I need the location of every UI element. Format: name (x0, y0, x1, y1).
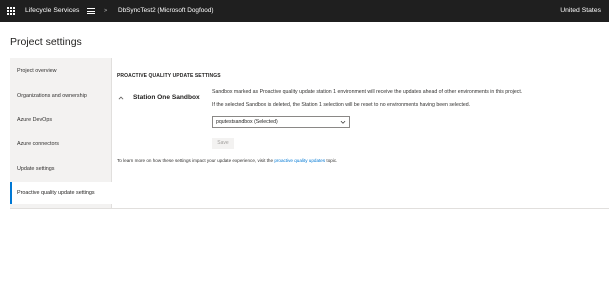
chevron-down-icon (340, 120, 346, 124)
sidebar-item-azure-devops[interactable]: Azure DevOps (10, 109, 112, 131)
region-label: United States (560, 7, 601, 14)
sidebar-item-update-settings[interactable]: Update settings (10, 158, 112, 180)
sidebar-item-project-overview[interactable]: Project overview (10, 60, 112, 82)
sidebar-item-organizations-and-ownership[interactable]: Organizations and ownership (10, 85, 112, 107)
reset-description: If the selected Sandbox is deleted, the … (212, 102, 471, 108)
save-button[interactable]: Save (212, 138, 234, 149)
breadcrumb-separator: > (104, 8, 108, 14)
learn-more-text: To learn more on how these settings impa… (117, 158, 337, 163)
app-title[interactable]: Lifecycle Services (25, 0, 79, 22)
sandbox-dropdown[interactable]: pqutestsandbox (Selected) (212, 116, 350, 128)
hamburger-menu-icon[interactable] (87, 0, 97, 22)
station-description: Sandbox marked as Proactive quality upda… (212, 89, 523, 95)
top-bar: Lifecycle Services > DbSyncTest2 (Micros… (0, 0, 609, 22)
learn-more-suffix: topic. (326, 158, 338, 163)
station-one-sandbox-title: Station One Sandbox (133, 94, 200, 101)
sandbox-dropdown-value: pqutestsandbox (Selected) (216, 119, 278, 125)
sidebar-item-azure-connectors[interactable]: Azure connectors (10, 133, 112, 155)
sidebar-item-proactive-quality-update-settings[interactable]: Proactive quality update settings (10, 182, 112, 204)
proactive-quality-updates-link[interactable]: proactive quality updates (274, 158, 325, 163)
section-header: PROACTIVE QUALITY UPDATE SETTINGS (117, 73, 221, 79)
learn-more-prefix: To learn more on how these settings impa… (117, 158, 274, 163)
chevron-up-icon[interactable] (118, 95, 124, 101)
page-title: Project settings (10, 36, 82, 48)
waffle-icon[interactable] (7, 0, 17, 22)
content-divider (10, 208, 609, 209)
breadcrumb-project-name[interactable]: DbSyncTest2 (Microsoft Dogfood) (118, 0, 214, 22)
settings-sidebar: Project overview Organizations and owner… (10, 58, 112, 208)
